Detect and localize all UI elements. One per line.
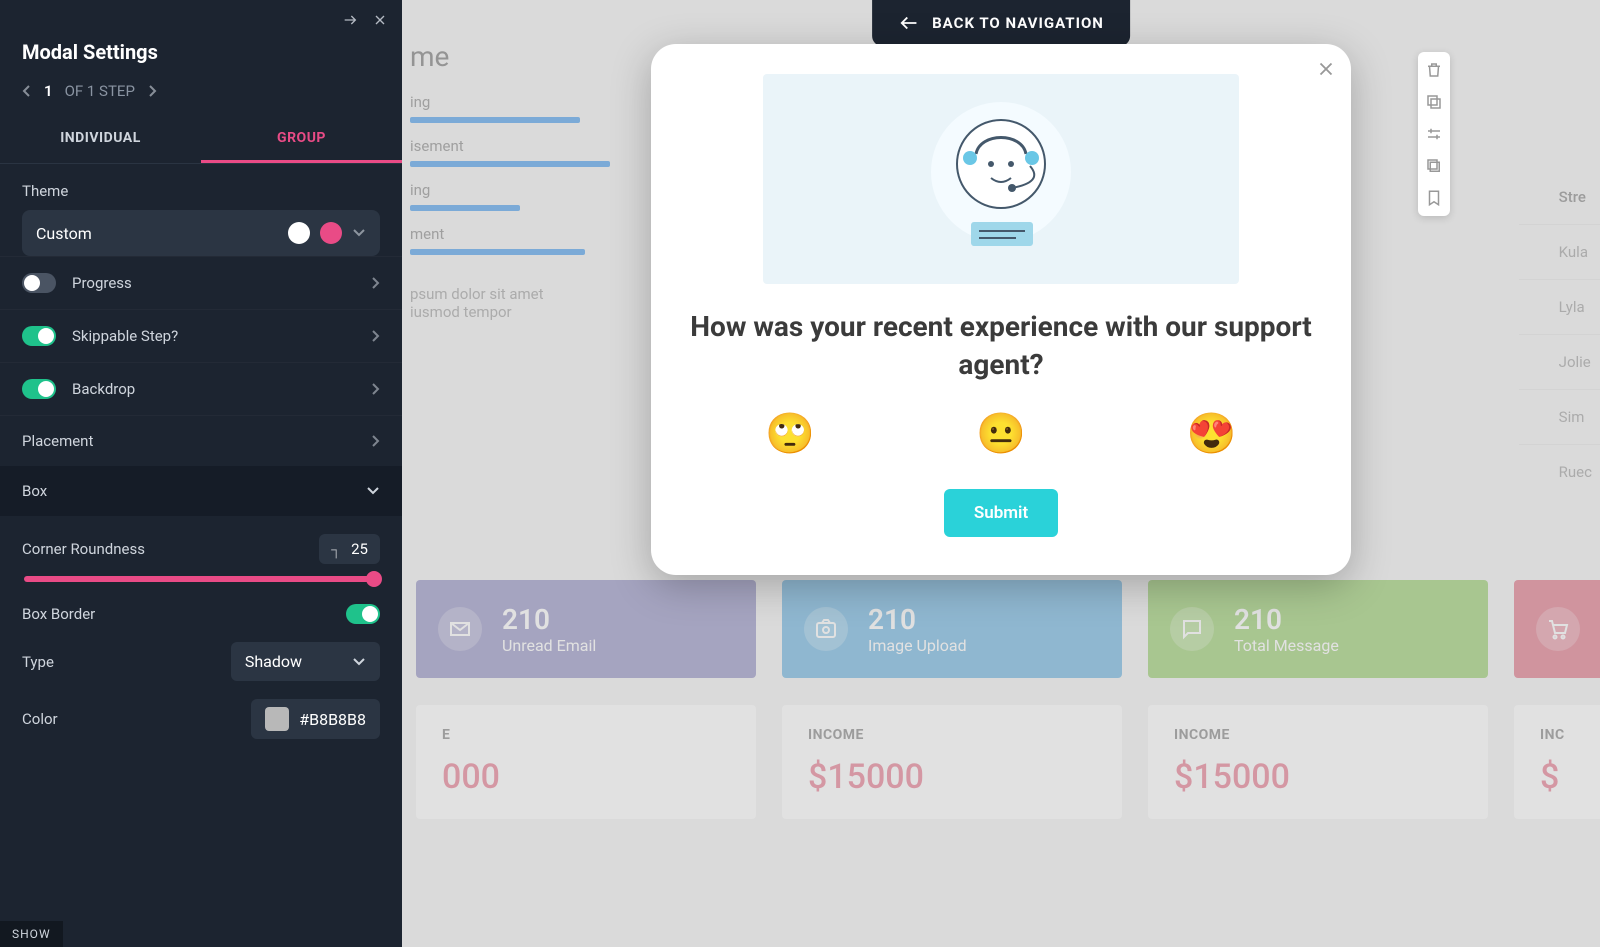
box-header-label: Box xyxy=(22,482,366,500)
progress-label: Progress xyxy=(72,274,354,292)
box-section-header[interactable]: Box xyxy=(0,466,402,516)
border-color-chip[interactable]: #B8B8B8 xyxy=(251,699,380,739)
border-color-label: Color xyxy=(22,710,58,728)
border-type-select[interactable]: Shadow xyxy=(231,642,380,681)
theme-swatch-accent xyxy=(320,222,342,244)
step-total: OF 1 STEP xyxy=(65,82,135,100)
step-next[interactable] xyxy=(147,84,157,98)
modal-heading: How was your recent experience with our … xyxy=(685,308,1317,384)
emoji-neutral[interactable]: 😐 xyxy=(976,410,1026,457)
border-type-value: Shadow xyxy=(245,652,302,671)
tab-individual[interactable]: INDIVIDUAL xyxy=(0,116,201,163)
skippable-label: Skippable Step? xyxy=(72,327,354,345)
backdrop-label: Backdrop xyxy=(72,380,354,398)
close-icon[interactable] xyxy=(1315,58,1337,80)
modal-illustration xyxy=(763,74,1239,284)
corner-roundness-slider[interactable] xyxy=(24,576,378,582)
theme-label: Theme xyxy=(0,164,402,210)
option-placement[interactable]: Placement xyxy=(0,415,402,466)
layers-icon[interactable] xyxy=(1424,156,1444,176)
dock-icon[interactable] xyxy=(342,12,358,28)
option-progress[interactable]: Progress xyxy=(0,256,402,309)
step-current: 1 xyxy=(44,82,53,100)
chevron-right-icon xyxy=(370,329,380,343)
theme-swatch-light xyxy=(288,222,310,244)
settings-sidebar: Modal Settings 1 OF 1 STEP INDIVIDUAL GR… xyxy=(0,0,402,947)
chevron-down-icon xyxy=(352,228,366,238)
bookmark-icon[interactable] xyxy=(1424,188,1444,208)
chevron-down-icon xyxy=(366,486,380,496)
submit-button[interactable]: Submit xyxy=(944,489,1058,537)
copy-icon[interactable] xyxy=(1424,92,1444,112)
box-border-label: Box Border xyxy=(22,605,95,623)
survey-modal: How was your recent experience with our … xyxy=(651,44,1351,575)
chevron-right-icon xyxy=(370,276,380,290)
settings-sliders-icon[interactable] xyxy=(1424,124,1444,144)
placement-label: Placement xyxy=(22,432,354,450)
tab-group[interactable]: GROUP xyxy=(201,116,402,163)
step-prev[interactable] xyxy=(22,84,32,98)
corner-roundness-value: 25 xyxy=(351,540,368,558)
corner-roundness-input[interactable]: ┐ 25 xyxy=(319,534,380,564)
back-to-navigation-button[interactable]: BACK TO NAVIGATION xyxy=(872,0,1130,46)
chevron-right-icon xyxy=(370,434,380,448)
skippable-toggle[interactable] xyxy=(22,326,56,346)
chevron-right-icon xyxy=(370,382,380,396)
slider-handle[interactable] xyxy=(366,571,382,587)
canvas-area: me ingisementingment psum dolor sit amet… xyxy=(402,0,1600,947)
corner-roundness-label: Corner Roundness xyxy=(22,540,145,558)
emoji-unhappy[interactable]: 🙄 xyxy=(765,410,815,457)
backdrop-toggle[interactable] xyxy=(22,379,56,399)
border-color-value: #B8B8B8 xyxy=(299,710,366,729)
trash-icon[interactable] xyxy=(1424,60,1444,80)
progress-toggle[interactable] xyxy=(22,273,56,293)
color-swatch xyxy=(265,707,289,731)
close-sidebar-icon[interactable] xyxy=(372,12,388,28)
border-type-label: Type xyxy=(22,653,54,671)
step-indicator: 1 OF 1 STEP xyxy=(0,82,402,106)
theme-select[interactable]: Custom xyxy=(22,210,380,256)
sidebar-title: Modal Settings xyxy=(0,32,402,82)
element-toolbar xyxy=(1418,52,1450,216)
arrow-left-icon xyxy=(898,12,920,34)
show-button[interactable]: SHOW xyxy=(0,921,63,947)
back-label: BACK TO NAVIGATION xyxy=(932,14,1104,32)
option-backdrop[interactable]: Backdrop xyxy=(0,362,402,415)
theme-value: Custom xyxy=(36,224,278,243)
box-border-toggle[interactable] xyxy=(346,604,380,624)
emoji-happy[interactable]: 😍 xyxy=(1187,410,1237,457)
corner-unit-icon: ┐ xyxy=(331,541,341,558)
option-skippable[interactable]: Skippable Step? xyxy=(0,309,402,362)
